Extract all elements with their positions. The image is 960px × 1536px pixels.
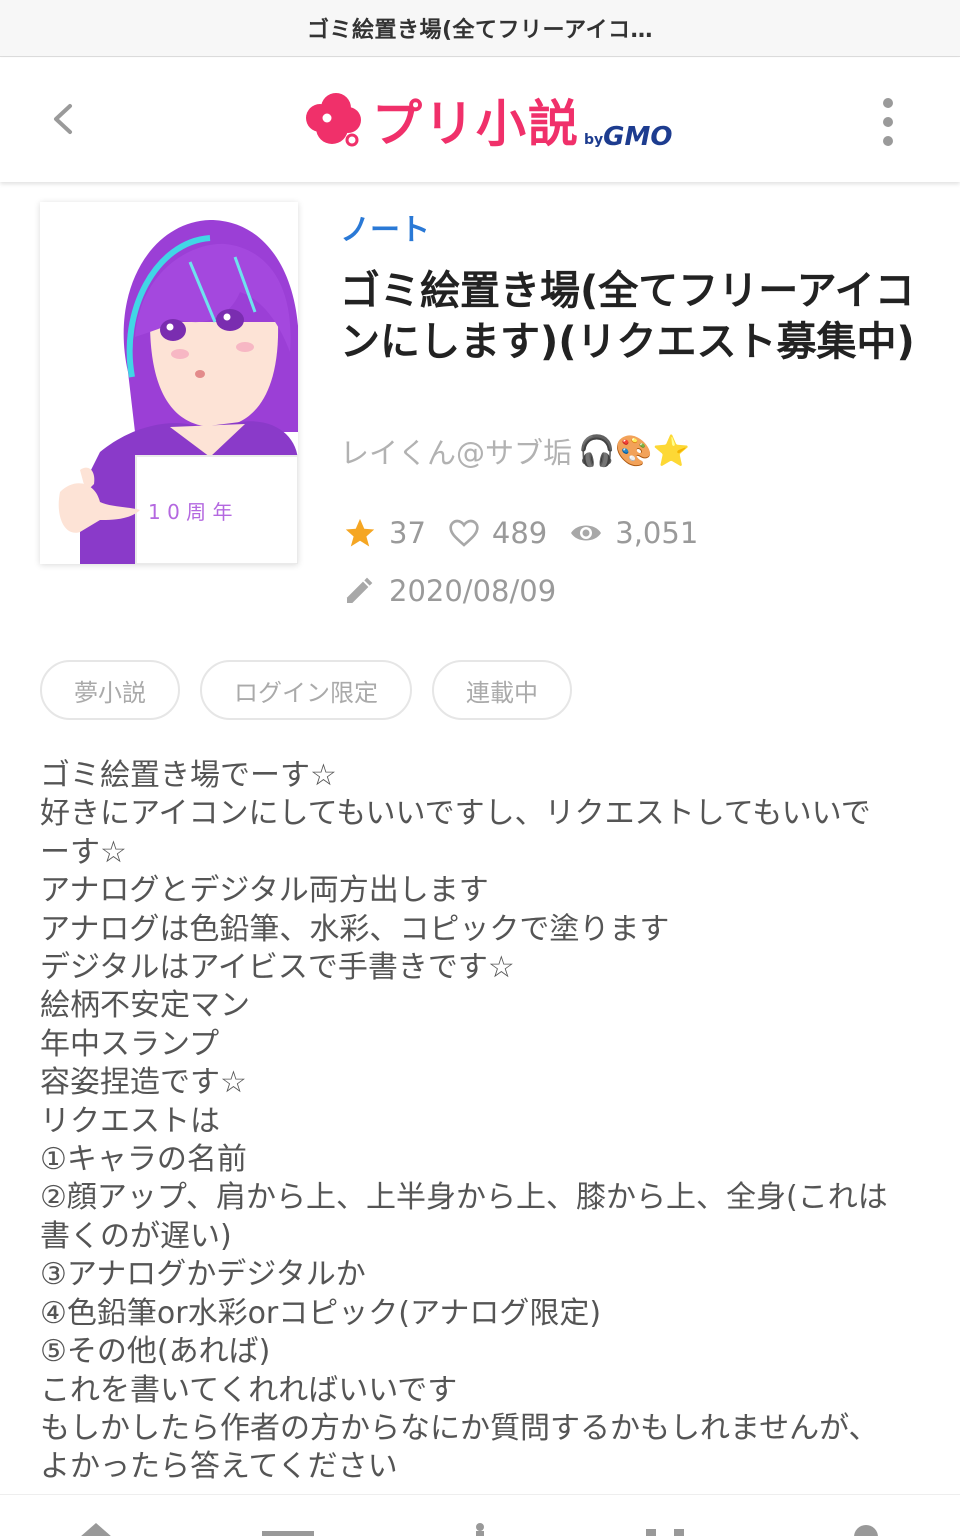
logo-gmo: GMO: [603, 122, 673, 152]
description-line: リクエストは: [40, 1103, 220, 1139]
user-icon: [854, 1525, 878, 1536]
nav-list[interactable]: [258, 1515, 318, 1536]
tag-dream-novel[interactable]: 夢小説: [40, 660, 180, 720]
description-line: もしかしたら作者の方からなにか質問するかもしれませんが、: [40, 1410, 879, 1446]
logo-by: by: [584, 132, 604, 148]
work-stats: 37 489 3,051: [343, 516, 720, 550]
app-header: プリ小説 by GMO: [0, 58, 960, 182]
nav-home[interactable]: [66, 1515, 126, 1536]
author-emoji: 🎧🎨⭐: [578, 433, 691, 469]
cover-sign-text: 1 0 周 年: [148, 500, 233, 524]
description-line: 容姿捏造です☆: [40, 1065, 247, 1101]
work-description: ゴミ絵置き場でーす☆ 好きにアイコンにしてもいいですし、リクエストしてもいいで …: [40, 757, 920, 1487]
browser-title-bar: ゴミ絵置き場(全てフリーアイコ…: [0, 0, 960, 57]
star-icon: [345, 518, 375, 547]
heart-icon: [449, 519, 479, 547]
tag-serializing[interactable]: 連載中: [432, 660, 572, 720]
star-count-value: 37: [389, 516, 426, 550]
kebab-menu-icon: [883, 98, 893, 146]
description-line: 絵柄不安定マン: [40, 988, 250, 1024]
cover-image[interactable]: 1 0 周 年: [40, 202, 298, 564]
eye-icon: [571, 525, 602, 541]
description-line: アナログは色鉛筆、水彩、コピックで塗ります: [40, 911, 670, 947]
work-title: ゴミ絵置き場(全てフリーアイコンにします)(リクエスト募集中): [340, 268, 915, 365]
nav-mypage[interactable]: [836, 1515, 896, 1536]
description-line: これを書いてくれればいいです: [40, 1372, 458, 1408]
app-logo[interactable]: プリ小説 by GMO: [300, 84, 672, 154]
chevron-left-icon: [54, 104, 72, 134]
view-count: 3,051: [569, 516, 698, 550]
updated-date: 2020/08/09: [343, 574, 556, 608]
home-icon: [81, 1523, 111, 1536]
description-line: ーす☆: [40, 834, 127, 870]
cover-illustration: 1 0 周 年: [40, 202, 298, 564]
description-line: 年中スランプ: [40, 1026, 220, 1062]
like-count: 489: [448, 516, 547, 550]
logo-cloud-icon: [306, 93, 361, 147]
ranking-icon: [476, 1523, 484, 1536]
nav-bookshelf[interactable]: [640, 1515, 700, 1536]
author-link[interactable]: レイくん@サブ垢 🎧🎨⭐: [340, 430, 690, 472]
description-line: ③アナログかデジタルか: [40, 1257, 366, 1293]
nav-ranking[interactable]: [450, 1515, 510, 1536]
list-icon: [262, 1531, 314, 1536]
category-label[interactable]: ノート: [340, 205, 430, 249]
description-line: 好きにアイコンにしてもいいですし、リクエストしてもいいで: [40, 796, 871, 832]
description-line: ⑤その他(あれば): [40, 1334, 271, 1370]
view-count-value: 3,051: [615, 516, 699, 550]
like-count-value: 489: [491, 516, 548, 550]
back-button[interactable]: [40, 94, 90, 144]
description-line: アナログとデジタル両方出します: [40, 873, 489, 909]
description-line: ゴミ絵置き場でーす☆: [40, 758, 337, 793]
logo-text: プリ小説: [372, 95, 580, 153]
bookshelf-icon: [646, 1529, 684, 1536]
description-line: ①キャラの名前: [40, 1142, 247, 1178]
description-line: よかったら答えてください: [40, 1449, 398, 1485]
description-line: 書くのが遅い): [40, 1218, 232, 1254]
date-value: 2020/08/09: [389, 574, 557, 608]
description-line: ②顔アップ、肩から上、上半身から上、膝から上、全身(これは: [40, 1180, 888, 1216]
description-line: デジタルはアイビスで手書きです☆: [40, 950, 515, 986]
star-count: 37: [343, 516, 426, 550]
tag-list: 夢小説 ログイン限定 連載中: [40, 660, 572, 720]
bottom-navigation: [0, 1494, 960, 1536]
author-name: レイくん@サブ垢: [340, 436, 573, 470]
more-menu-button[interactable]: [864, 94, 912, 150]
pencil-icon: [347, 577, 373, 603]
tag-login-only[interactable]: ログイン限定: [200, 660, 412, 720]
description-line: ④色鉛筆or水彩orコピック(アナログ限定): [40, 1295, 602, 1331]
page-tab-title: ゴミ絵置き場(全てフリーアイコ…: [306, 18, 654, 43]
